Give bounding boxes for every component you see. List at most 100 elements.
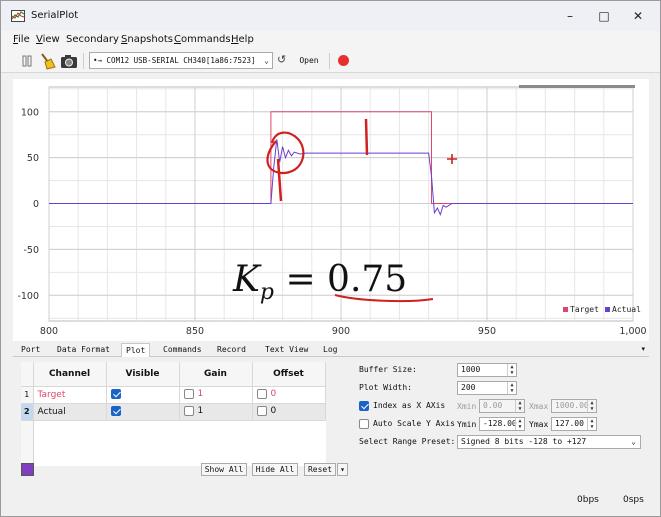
menu-secondary[interactable]: Secondary xyxy=(66,34,119,45)
x-tick-label: 950 xyxy=(478,326,496,337)
visible-checkbox[interactable] xyxy=(110,389,121,400)
app-window: SerialPlot – □ ✕ File View Secondary Sna… xyxy=(0,0,661,517)
maximize-icon[interactable]: □ xyxy=(591,7,617,25)
gain-value[interactable]: 1 xyxy=(198,406,204,416)
column-header-channel: Channel xyxy=(33,362,107,387)
legend-swatch xyxy=(563,307,568,312)
reset-menu-icon[interactable]: ▾ xyxy=(337,463,348,476)
legend-swatch xyxy=(605,307,610,312)
show-all-button[interactable]: Show All xyxy=(201,463,247,476)
tab-log[interactable]: Log xyxy=(319,343,341,357)
plot-width-label: Plot Width: xyxy=(359,383,412,392)
gain-checkbox[interactable] xyxy=(183,406,194,417)
y-tick-label: -50 xyxy=(23,245,39,256)
ymin-spinbox[interactable]: -128.00 ▲ ▼ xyxy=(479,417,525,431)
visible-checkbox[interactable] xyxy=(110,406,121,417)
empty-table-area xyxy=(33,420,325,466)
ymin-value: -128.00 xyxy=(483,419,517,428)
refresh-ports-icon[interactable]: ↺ xyxy=(277,53,286,66)
open-port-button[interactable]: Open xyxy=(293,52,325,69)
ymax-spinbox[interactable]: 127.00 ▲ ▼ xyxy=(551,417,597,431)
channel-color-button[interactable] xyxy=(21,463,34,476)
range-preset-select[interactable]: Signed 8 bits -128 to +127 ⌄ xyxy=(457,435,641,449)
plot-area[interactable]: 800 850 900 950 1,000 100 50 0 -50 -100 Target Actu… xyxy=(13,79,649,341)
channel-table: Channel Visible Gain Offset 1 Target 1 0… xyxy=(21,362,326,466)
hide-all-button[interactable]: Hide All xyxy=(252,463,298,476)
chevron-down-icon: ⌄ xyxy=(631,437,636,446)
spin-arrows-icon: ▲ ▼ xyxy=(587,400,596,412)
pause-icon[interactable] xyxy=(17,52,37,70)
menu-snapshots[interactable]: Snapshots xyxy=(121,34,173,45)
spin-arrows-icon[interactable]: ▲ ▼ xyxy=(507,364,516,376)
offset-checkbox[interactable] xyxy=(256,389,267,400)
channel-name-target[interactable]: Target xyxy=(33,386,107,404)
spin-arrows-icon[interactable]: ▲ ▼ xyxy=(507,382,516,394)
auto-scale-y-checkbox[interactable] xyxy=(359,419,369,429)
channel-name-actual[interactable]: Actual xyxy=(33,403,107,421)
camera-snapshot-icon[interactable] xyxy=(59,52,79,70)
tab-text-view[interactable]: Text View xyxy=(261,343,312,357)
buffer-size-spinbox[interactable]: 1000 ▲ ▼ xyxy=(457,363,517,377)
buffer-size-value: 1000 xyxy=(461,365,481,374)
ymin-label: Ymin xyxy=(457,420,477,429)
record-icon[interactable] xyxy=(338,55,349,66)
menu-commands[interactable]: Commands xyxy=(174,34,231,45)
app-icon xyxy=(11,10,25,22)
range-preset-value: Signed 8 bits -128 to +127 xyxy=(461,437,587,446)
y-tick-label: 50 xyxy=(27,153,39,164)
index-as-x-checkbox[interactable] xyxy=(359,401,369,411)
chevron-down-icon: ⌄ xyxy=(264,56,269,65)
menu-file[interactable]: File xyxy=(13,34,30,45)
status-sample-rate: 0sps xyxy=(623,495,644,505)
legend-label: Actual xyxy=(612,305,641,314)
tab-plot[interactable]: Plot xyxy=(121,343,151,357)
offset-checkbox[interactable] xyxy=(256,406,267,417)
minimize-icon[interactable]: – xyxy=(557,7,583,25)
index-as-x-label: Index as X AXis xyxy=(373,401,446,410)
table-row[interactable]: 2 Actual 1 0 xyxy=(21,403,326,421)
spin-arrows-icon[interactable]: ▲ ▼ xyxy=(587,418,596,430)
spin-arrows-icon: ▲ ▼ xyxy=(515,400,524,412)
tab-port[interactable]: Port xyxy=(17,343,44,357)
scroll-indicator xyxy=(519,85,635,88)
tab-data-format[interactable]: Data Format xyxy=(53,343,114,357)
gain-checkbox[interactable] xyxy=(183,389,194,400)
annotation-formula: Kp = 0.75 xyxy=(232,259,407,305)
tabs-menu-icon[interactable]: ▾ xyxy=(641,345,645,353)
plot-settings-panel: Buffer Size: 1000 ▲ ▼ Plot Width: 200 ▲ ▼ … xyxy=(353,359,649,479)
menu-help[interactable]: Help xyxy=(231,34,254,45)
reset-button[interactable]: Reset xyxy=(304,463,336,476)
x-tick-label: 1,000 xyxy=(619,326,646,337)
close-icon[interactable]: ✕ xyxy=(625,7,651,25)
plot-width-spinbox[interactable]: 200 ▲ ▼ xyxy=(457,381,517,395)
clear-broom-icon[interactable] xyxy=(37,52,57,70)
x-tick-label: 900 xyxy=(332,326,350,337)
tab-record[interactable]: Record xyxy=(213,343,250,357)
x-tick-label: 800 xyxy=(40,326,58,337)
spin-arrows-icon[interactable]: ▲ ▼ xyxy=(515,418,524,430)
plot-canvas[interactable]: 800 850 900 950 1,000 100 50 0 -50 -100 Target Actu… xyxy=(13,79,649,341)
row-number: 2 xyxy=(21,403,34,421)
y-tick-label: -100 xyxy=(17,291,39,302)
offset-value[interactable]: 0 xyxy=(271,406,277,416)
row-number: 1 xyxy=(21,386,34,404)
offset-value[interactable]: 0 xyxy=(271,389,277,399)
toolbar-separator xyxy=(83,53,84,69)
xmin-label: Xmin xyxy=(457,402,477,411)
tab-commands[interactable]: Commands xyxy=(159,343,206,357)
channel-panel: Channel Visible Gain Offset 1 Target 1 0… xyxy=(19,359,349,479)
ymax-label: Ymax xyxy=(529,420,549,429)
menu-view[interactable]: View xyxy=(36,34,60,45)
column-header-visible: Visible xyxy=(106,362,180,387)
toolbar-separator xyxy=(329,53,330,69)
port-select[interactable]: •→ COM12 USB-SERIAL CH340[1a86:7523] ⌄ xyxy=(89,52,273,69)
table-row[interactable]: 1 Target 1 0 xyxy=(21,386,326,404)
plot-width-value: 200 xyxy=(461,383,476,392)
gain-value[interactable]: 1 xyxy=(198,389,204,399)
title-bar: SerialPlot – □ ✕ xyxy=(1,1,660,31)
column-header-offset: Offset xyxy=(252,362,326,387)
usb-icon: •→ xyxy=(93,56,103,65)
annotation-stroke xyxy=(364,118,369,156)
buffer-size-label: Buffer Size: xyxy=(359,365,417,374)
xmax-spinbox: 1000.00 ▲ ▼ xyxy=(551,399,597,413)
